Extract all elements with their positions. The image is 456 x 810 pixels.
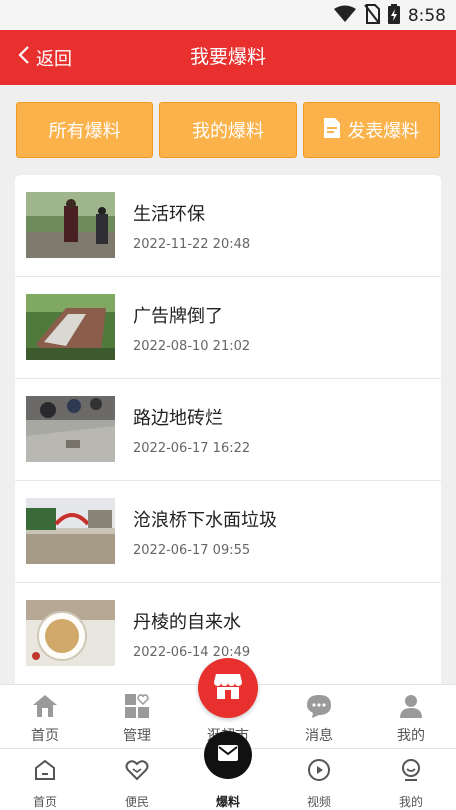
- report-item[interactable]: 沧浪桥下水面垃圾 2022-06-17 09:55: [15, 481, 441, 583]
- report-date: 2022-11-22 20:48: [133, 237, 251, 252]
- tab2-report-label: 爆料: [215, 795, 240, 809]
- status-icons: 8:58: [333, 4, 446, 28]
- tab2-mine-label: 我的: [398, 795, 423, 809]
- tab-home[interactable]: 首页: [15, 691, 75, 745]
- house-icon: [15, 691, 75, 721]
- person-icon: [381, 691, 441, 721]
- report-list: 生活环保 2022-11-22 20:48 广告牌倒了 2022-08-10 2…: [15, 175, 441, 695]
- chat-bubble-icon: [289, 691, 349, 721]
- store-button[interactable]: [198, 658, 258, 718]
- back-button[interactable]: 返回: [18, 30, 72, 85]
- report-thumbnail: [26, 498, 115, 564]
- back-label: 返回: [36, 48, 72, 70]
- document-icon: [323, 117, 341, 144]
- tab2-home-label: 首页: [32, 795, 57, 809]
- battery-icon: [387, 4, 400, 28]
- report-thumbnail: [26, 294, 115, 360]
- report-title: 丹棱的自来水: [133, 612, 241, 633]
- all-reports-button[interactable]: 所有爆料: [16, 102, 154, 158]
- report-thumbnail: [26, 192, 115, 258]
- all-reports-label: 所有爆料: [48, 121, 121, 142]
- tab2-convenience-label: 便民: [124, 795, 149, 809]
- status-time: 8:58: [407, 6, 446, 26]
- my-reports-button[interactable]: 我的爆料: [159, 102, 297, 158]
- report-thumbnail: [26, 600, 115, 666]
- report-title: 沧浪桥下水面垃圾: [133, 510, 277, 531]
- heart-icon: [107, 755, 167, 785]
- tab2-mine[interactable]: 我的: [381, 755, 441, 810]
- tab-mine[interactable]: 我的: [381, 691, 441, 745]
- store-icon: [213, 672, 243, 704]
- status-bar: 8:58: [0, 0, 456, 30]
- tab2-video[interactable]: 视频: [289, 755, 349, 810]
- tab-manage-label: 管理: [123, 728, 151, 744]
- tab2-video-label: 视频: [306, 795, 331, 809]
- home-icon: [15, 755, 75, 785]
- app-bar: 我要爆料 返回: [0, 30, 456, 85]
- tab-messages[interactable]: 消息: [289, 691, 349, 745]
- tab-manage[interactable]: 管理: [107, 691, 167, 745]
- my-reports-label: 我的爆料: [191, 121, 264, 142]
- report-title: 广告牌倒了: [133, 306, 223, 327]
- no-sim-icon: [364, 4, 380, 28]
- tab-home-label: 首页: [31, 728, 59, 744]
- face-icon: [381, 755, 441, 785]
- report-item[interactable]: 路边地砖烂 2022-06-17 16:22: [15, 379, 441, 481]
- report-date: 2022-08-10 21:02: [133, 339, 251, 354]
- tab-mine-label: 我的: [397, 728, 425, 744]
- report-date: 2022-06-17 16:22: [133, 441, 251, 456]
- post-report-button[interactable]: 发表爆料: [302, 102, 440, 158]
- report-date: 2022-06-17 09:55: [133, 543, 251, 558]
- top-buttons: 所有爆料 我的爆料 发表爆料: [16, 102, 440, 158]
- report-fab-button[interactable]: [204, 731, 252, 779]
- report-title: 生活环保: [133, 204, 205, 225]
- play-icon: [289, 755, 349, 785]
- grid-heart-icon: [107, 691, 167, 721]
- tab-messages-label: 消息: [305, 728, 333, 744]
- mail-icon: [217, 744, 239, 766]
- tab2-convenience[interactable]: 便民: [107, 755, 167, 810]
- chevron-left-icon: [18, 45, 30, 70]
- wifi-icon: [333, 5, 356, 27]
- tab2-home[interactable]: 首页: [15, 755, 75, 810]
- report-item[interactable]: 广告牌倒了 2022-08-10 21:02: [15, 277, 441, 379]
- post-report-label: 发表爆料: [347, 121, 420, 142]
- report-item[interactable]: 生活环保 2022-11-22 20:48: [15, 175, 441, 277]
- report-title: 路边地砖烂: [133, 408, 223, 429]
- report-thumbnail: [26, 396, 115, 462]
